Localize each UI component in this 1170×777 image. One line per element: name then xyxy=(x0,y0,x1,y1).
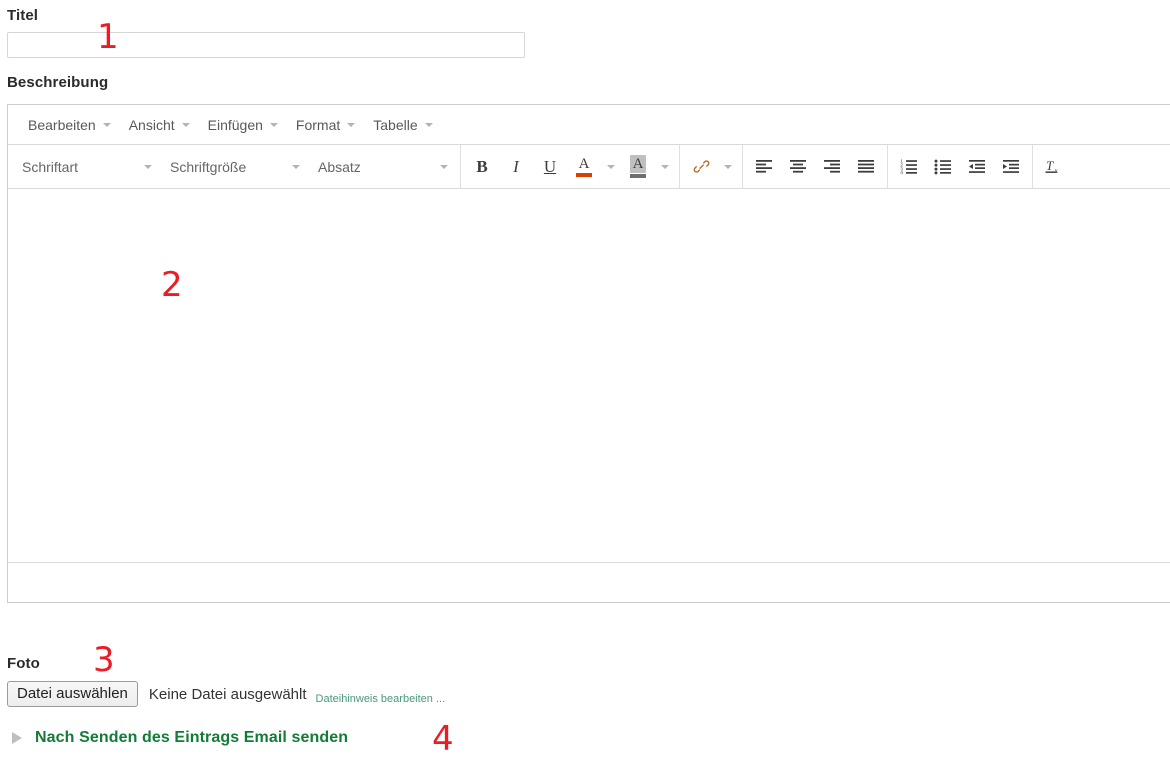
remove-formatting-button[interactable]: T x xyxy=(1037,152,1071,182)
chevron-down-icon xyxy=(292,164,300,169)
menu-tabelle[interactable]: Tabelle xyxy=(364,113,441,137)
chevron-down-icon xyxy=(607,164,615,169)
editor-statusbar xyxy=(8,563,1170,602)
triangle-right-icon[interactable] xyxy=(12,732,22,744)
svg-text:x: x xyxy=(1055,167,1059,175)
chevron-down-icon xyxy=(347,122,356,127)
background-color-button[interactable]: A xyxy=(621,152,655,182)
chevron-down-icon xyxy=(440,164,448,169)
menu-bearbeiten-label: Bearbeiten xyxy=(28,116,96,133)
underline-button[interactable]: U xyxy=(533,152,567,182)
menu-format-label: Format xyxy=(295,116,341,133)
svg-text:4: 4 xyxy=(900,170,903,175)
menu-ansicht-label: Ansicht xyxy=(128,116,175,133)
text-color-dropdown[interactable] xyxy=(601,152,621,182)
text-color-swatch xyxy=(576,172,592,177)
align-right-button[interactable] xyxy=(815,152,849,182)
align-left-icon xyxy=(756,159,772,173)
editor-menubar: Bearbeiten Ansicht Einfügen Format Tabel… xyxy=(8,105,1170,145)
italic-icon: I xyxy=(513,156,519,176)
bulleted-list-button[interactable] xyxy=(926,152,960,182)
outdent-icon xyxy=(969,159,985,173)
foto-label: Foto xyxy=(7,655,40,672)
background-color-dropdown[interactable] xyxy=(655,152,675,182)
chevron-down-icon xyxy=(181,122,190,127)
menu-tabelle-label: Tabelle xyxy=(373,116,418,133)
chevron-down-icon xyxy=(424,122,433,127)
form-page: Titel 1 Beschreibung Bearbeiten Ansicht … xyxy=(0,0,1170,777)
toolbar-group-align xyxy=(743,145,888,188)
editor-content-area[interactable] xyxy=(8,189,1170,563)
align-justify-icon xyxy=(858,159,874,173)
chevron-down-icon xyxy=(661,164,669,169)
fontsize-select-label: Schriftgröße xyxy=(170,158,247,175)
toolbar-group-styles: Schriftart Schriftgröße Absatz xyxy=(8,145,461,188)
indent-icon xyxy=(1003,159,1019,173)
indent-button[interactable] xyxy=(994,152,1028,182)
menu-format[interactable]: Format xyxy=(287,113,364,137)
fontsize-select[interactable]: Schriftgröße xyxy=(160,152,308,182)
background-color-swatch xyxy=(630,174,646,178)
numbered-list-icon: 1234 xyxy=(900,159,917,175)
chevron-down-icon xyxy=(724,164,732,169)
remove-formatting-icon: T x xyxy=(1045,158,1059,175)
background-color-highlight: A xyxy=(629,155,647,173)
annotation-1: 1 xyxy=(97,17,119,57)
paragraph-select-label: Absatz xyxy=(318,158,361,175)
editor-toolbar: Schriftart Schriftgröße Absatz B I U A A… xyxy=(8,145,1170,189)
chevron-down-icon xyxy=(144,164,152,169)
toolbar-group-formatting: B I U A A xyxy=(461,145,680,188)
fontfamily-select-label: Schriftart xyxy=(22,158,79,175)
toolbar-group-lists: 1234 xyxy=(888,145,1033,188)
chevron-down-icon xyxy=(102,122,111,127)
toolbar-group-link xyxy=(680,145,743,188)
italic-button[interactable]: I xyxy=(499,152,533,182)
toolbar-group-clear: T x xyxy=(1033,145,1075,188)
align-center-button[interactable] xyxy=(781,152,815,182)
file-upload-row: Datei auswählen Keine Datei ausgewählt D… xyxy=(7,681,445,707)
rich-text-editor: Bearbeiten Ansicht Einfügen Format Tabel… xyxy=(7,104,1170,603)
titel-input[interactable] xyxy=(7,32,525,58)
bold-icon: B xyxy=(476,156,488,176)
link-icon xyxy=(693,160,709,173)
svg-text:T: T xyxy=(1046,158,1054,173)
align-justify-button[interactable] xyxy=(849,152,883,182)
paragraph-select[interactable]: Absatz xyxy=(308,152,456,182)
text-color-icon: A xyxy=(578,155,590,172)
menu-bearbeiten[interactable]: Bearbeiten xyxy=(19,113,120,137)
menu-einfuegen-label: Einfügen xyxy=(207,116,263,133)
menu-ansicht[interactable]: Ansicht xyxy=(120,113,199,137)
titel-label: Titel xyxy=(7,7,39,24)
email-disclosure-row[interactable]: Nach Senden des Eintrags Email senden xyxy=(12,729,348,747)
annotation-2: 2 xyxy=(161,265,183,305)
choose-file-button[interactable]: Datei auswählen xyxy=(7,681,138,707)
chevron-down-icon xyxy=(269,122,278,127)
align-left-button[interactable] xyxy=(747,152,781,182)
link-dropdown[interactable] xyxy=(718,152,738,182)
underline-icon: U xyxy=(543,156,557,176)
email-disclosure-label[interactable]: Nach Senden des Eintrags Email senden xyxy=(35,729,348,747)
align-center-icon xyxy=(790,159,806,173)
text-color-button[interactable]: A xyxy=(567,152,601,182)
menu-einfuegen[interactable]: Einfügen xyxy=(199,113,287,137)
file-hint-link[interactable]: Dateihinweis bearbeiten ... xyxy=(316,693,446,707)
bold-button[interactable]: B xyxy=(465,152,499,182)
annotation-4: 4 xyxy=(432,719,454,759)
background-color-icon: A xyxy=(632,156,644,172)
numbered-list-button[interactable]: 1234 xyxy=(892,152,926,182)
bulleted-list-icon xyxy=(934,159,951,174)
outdent-button[interactable] xyxy=(960,152,994,182)
align-right-icon xyxy=(824,159,840,173)
insert-link-button[interactable] xyxy=(684,152,718,182)
file-status-text: Keine Datei ausgewählt xyxy=(148,685,307,703)
fontfamily-select[interactable]: Schriftart xyxy=(12,152,160,182)
annotation-3: 3 xyxy=(93,640,115,680)
beschreibung-label: Beschreibung xyxy=(7,74,109,91)
